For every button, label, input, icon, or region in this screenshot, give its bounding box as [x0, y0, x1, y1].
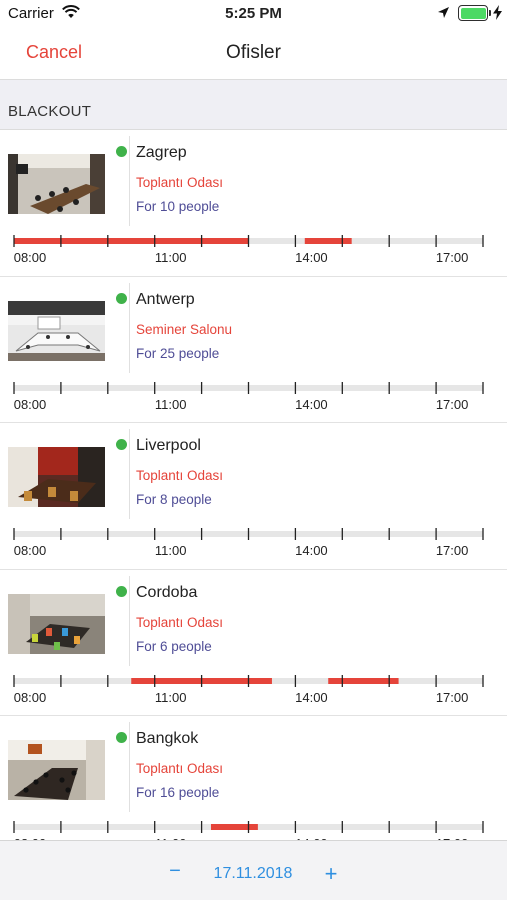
hour-label: 14:00: [295, 690, 328, 705]
hour-label: 11:00: [155, 543, 187, 558]
hour-label: 17:00: [436, 250, 469, 265]
office-name: Zagrep: [136, 144, 187, 161]
office-type: Toplantı Odası: [136, 175, 224, 190]
charging-bolt-icon: [493, 5, 502, 20]
vertical-divider: [129, 575, 130, 666]
office-row[interactable]: Antwerp Seminer Salonu For 25 people 08:00 1…: [0, 277, 507, 423]
hour-label: 17:00: [436, 543, 469, 558]
booking-timeline[interactable]: 08:0011:0014:0017:00: [0, 820, 507, 840]
section-header: BLACKOUT: [0, 80, 507, 130]
office-type: Toplantı Odası: [136, 761, 224, 776]
next-day-button[interactable]: +: [320, 861, 342, 887]
office-photo: [8, 447, 105, 507]
office-capacity: For 6 people: [136, 638, 212, 654]
availability-status-dot: [116, 732, 127, 743]
office-photo: [8, 740, 105, 800]
status-bar: Carrier 5:25 PM: [0, 0, 507, 28]
booked-slot: [210, 824, 258, 830]
office-photo: [8, 593, 105, 654]
selected-date[interactable]: 17.11.2018: [203, 865, 303, 883]
hour-label: 08:00: [14, 543, 47, 558]
office-photo: [8, 154, 105, 214]
hour-label: 17:00: [436, 397, 469, 412]
vertical-divider: [129, 722, 130, 812]
booked-slot: [328, 677, 399, 684]
office-row[interactable]: Cordoba Toplantı Odası For 6 people 08:00 11…: [0, 570, 507, 716]
office-capacity: For 16 people: [136, 785, 220, 800]
hour-label: 11:00: [155, 250, 187, 265]
availability-status-dot: [116, 585, 127, 597]
office-row[interactable]: Bangkok Toplantı Odası For 16 people 08:001…: [0, 716, 507, 840]
booking-timeline[interactable]: 08:00 11:00 14:00 17:00: [0, 527, 507, 567]
availability-status-dot: [116, 439, 127, 450]
office-name: Cordoba: [136, 583, 198, 601]
clock: 5:25 PM: [225, 5, 282, 22]
location-arrow-icon: [438, 7, 449, 18]
office-capacity: For 8 people: [136, 492, 212, 507]
vertical-divider: [129, 282, 130, 373]
vertical-divider: [129, 429, 130, 519]
office-name: Antwerp: [136, 290, 195, 308]
battery-icon: [458, 5, 488, 21]
hour-label: 11:00: [155, 397, 187, 412]
hour-label: 14:00: [295, 250, 328, 265]
hour-label: 17:00: [436, 690, 469, 705]
office-type: Toplantı Odası: [136, 614, 224, 630]
hour-label: 14:00: [295, 397, 328, 412]
office-list[interactable]: Zagrep Toplantı Odası For 10 people 08:00 11…: [0, 130, 507, 840]
office-capacity: For 10 people: [136, 199, 220, 214]
navigation-bar: Cancel Ofisler: [0, 28, 507, 80]
office-row[interactable]: Zagrep Toplantı Odası For 10 people 08:00 11…: [0, 130, 507, 277]
hour-label: 08:00: [14, 250, 47, 265]
office-name: Bangkok: [136, 730, 199, 747]
booking-timeline[interactable]: 08:00 11:00 14:00 17:00: [0, 674, 507, 714]
hour-label: 11:00: [155, 690, 187, 705]
page-title: Ofisler: [226, 42, 281, 63]
booked-slot: [304, 238, 352, 244]
office-photo: [8, 300, 105, 361]
booked-slot: [14, 238, 249, 244]
availability-status-dot: [116, 292, 127, 304]
hour-label: 08:00: [14, 397, 47, 412]
hour-label: 14:00: [295, 543, 328, 558]
booking-timeline[interactable]: 08:00 11:00 14:00 17:00: [0, 234, 507, 274]
section-title: BLACKOUT: [8, 103, 92, 120]
availability-status-dot: [116, 146, 127, 157]
date-selector-bar: − 17.11.2018 +: [0, 840, 507, 900]
office-type: Seminer Salonu: [136, 321, 233, 337]
booking-timeline[interactable]: 08:00 11:00 14:00 17:00: [0, 381, 507, 421]
previous-day-button[interactable]: −: [164, 860, 186, 883]
battery-tip: [489, 10, 491, 16]
office-row[interactable]: Liverpool Toplantı Odası For 8 people 08:00…: [0, 423, 507, 570]
office-name: Liverpool: [136, 437, 201, 454]
office-type: Toplantı Odası: [136, 468, 224, 483]
hour-label: 08:00: [14, 690, 47, 705]
office-capacity: For 25 people: [136, 345, 220, 361]
vertical-divider: [129, 136, 130, 226]
